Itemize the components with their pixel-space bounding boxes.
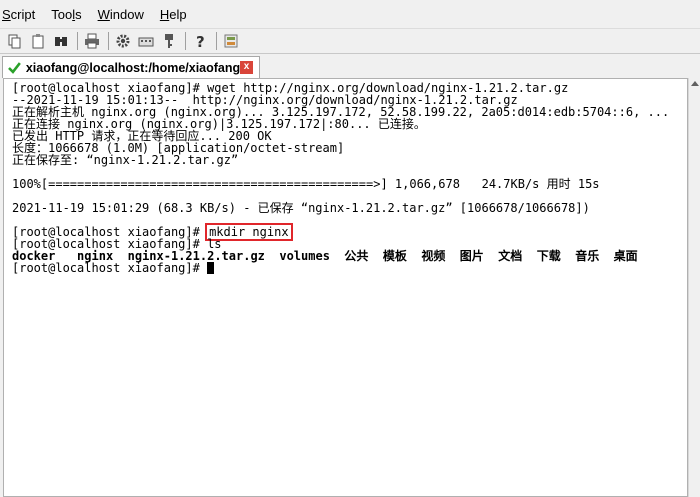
terminal-line: 2021-11-19 15:01:29 (68.3 KB/s) - 已保存 “n… [12, 201, 590, 215]
keymap-icon[interactable] [137, 32, 155, 50]
close-icon[interactable]: x [240, 61, 253, 74]
ls-entry: 模板 [382, 249, 407, 263]
print-icon[interactable] [83, 32, 101, 50]
ls-entry: volumes [279, 249, 330, 263]
find-icon[interactable] [52, 32, 70, 50]
toolbar-separator [216, 32, 217, 50]
terminal-line: 正在保存至: “nginx-1.21.2.tar.gz” [12, 153, 239, 167]
settings-icon[interactable] [114, 32, 132, 50]
ls-entry: 文档 [498, 249, 523, 263]
tab-label: xiaofang@localhost:/home/xiaofang [25, 60, 241, 75]
vertical-scrollbar[interactable] [688, 78, 700, 497]
menu-script[interactable]: Script [2, 7, 35, 22]
scroll-up-icon[interactable] [691, 81, 699, 86]
help-icon[interactable]: ? [191, 32, 209, 50]
svg-text:?: ? [196, 33, 205, 49]
terminal-line-current: [root@localhost xiaofang]# [12, 261, 215, 275]
paste-icon[interactable] [29, 32, 47, 50]
terminal-line: 100%[===================================… [12, 177, 600, 191]
ls-entry: 桌面 [613, 249, 638, 263]
tab-session[interactable]: xiaofang@localhost:/home/xiaofang x [2, 56, 260, 78]
menu-help[interactable]: Help [160, 7, 187, 22]
ls-entry: 视频 [421, 249, 446, 263]
ls-entry: 公共 [344, 249, 369, 263]
checkmark-icon [8, 62, 21, 74]
tab-bar: xiaofang@localhost:/home/xiaofang x [0, 54, 700, 78]
toolbar-separator [108, 32, 109, 50]
ls-entry: 下载 [536, 249, 561, 263]
sftp-icon[interactable] [222, 32, 240, 50]
key-icon[interactable] [160, 32, 178, 50]
terminal-cursor [207, 262, 215, 274]
toolbar-separator [77, 32, 78, 50]
menu-tools[interactable]: Tools [51, 7, 81, 22]
ls-entry: 图片 [459, 249, 484, 263]
ls-entry: 音乐 [575, 249, 600, 263]
toolbar: ? [0, 28, 700, 54]
toolbar-separator [185, 32, 186, 50]
menu-bar: Script Tools Window Help [0, 0, 700, 28]
terminal-output[interactable]: [root@localhost xiaofang]# wget http://n… [3, 78, 688, 497]
copy-icon[interactable] [6, 32, 24, 50]
shell-prompt: [root@localhost xiaofang]# [12, 261, 208, 275]
menu-window[interactable]: Window [98, 7, 144, 22]
